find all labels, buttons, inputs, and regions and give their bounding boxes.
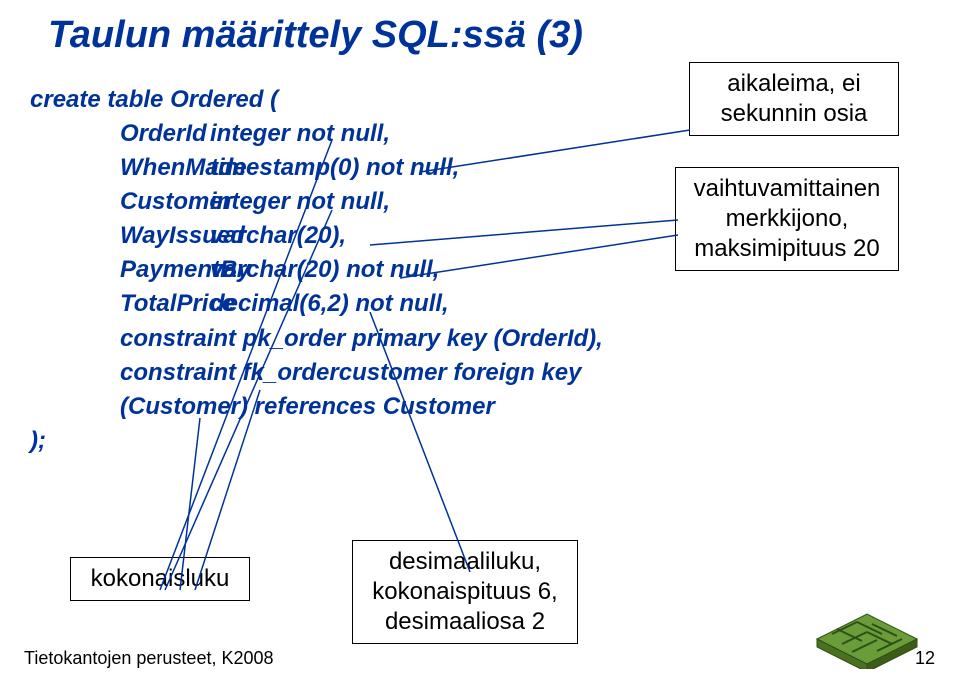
col-name: Customer: [30, 185, 210, 219]
maze-icon: [807, 579, 927, 669]
col-type: integer not null,: [210, 185, 390, 219]
annotation-desimaali: desimaaliluku, kokonaispituus 6, desimaa…: [352, 540, 578, 644]
footer-text: Tietokantojen perusteet, K2008: [24, 648, 274, 669]
col-type: varchar(20) not null,: [210, 253, 439, 287]
annotation-vaihtuva: vaihtuvamittainen merkkijono, maksimipit…: [675, 167, 899, 271]
slide-title: Taulun määrittely SQL:ssä (3): [0, 0, 959, 57]
col-name: PaymentBy: [30, 253, 210, 287]
code-line: (Customer) references Customer: [30, 390, 959, 424]
code-line: TotalPrice decimal(6,2) not null,: [30, 287, 959, 321]
code-line: constraint pk_order primary key (OrderId…: [30, 322, 959, 356]
col-name: WayIssued: [30, 219, 210, 253]
col-type: timestamp(0) not null,: [210, 151, 459, 185]
annotation-aikaleima: aikaleima, ei sekunnin osia: [689, 62, 899, 136]
col-name: WhenMade: [30, 151, 210, 185]
col-name: OrderId: [30, 117, 210, 151]
slide-content: create table Ordered ( OrderId integer n…: [0, 57, 959, 458]
col-name: TotalPrice: [30, 287, 210, 321]
annotation-kokonaisluku: kokonaisluku: [70, 557, 250, 601]
col-type: integer not null,: [210, 117, 390, 151]
code-line: );: [30, 424, 959, 458]
code-line: constraint fk_ordercustomer foreign key: [30, 356, 959, 390]
col-type: decimal(6,2) not null,: [210, 287, 449, 321]
slide-footer: Tietokantojen perusteet, K2008 12: [24, 648, 935, 669]
col-type: varchar(20),: [210, 219, 346, 253]
